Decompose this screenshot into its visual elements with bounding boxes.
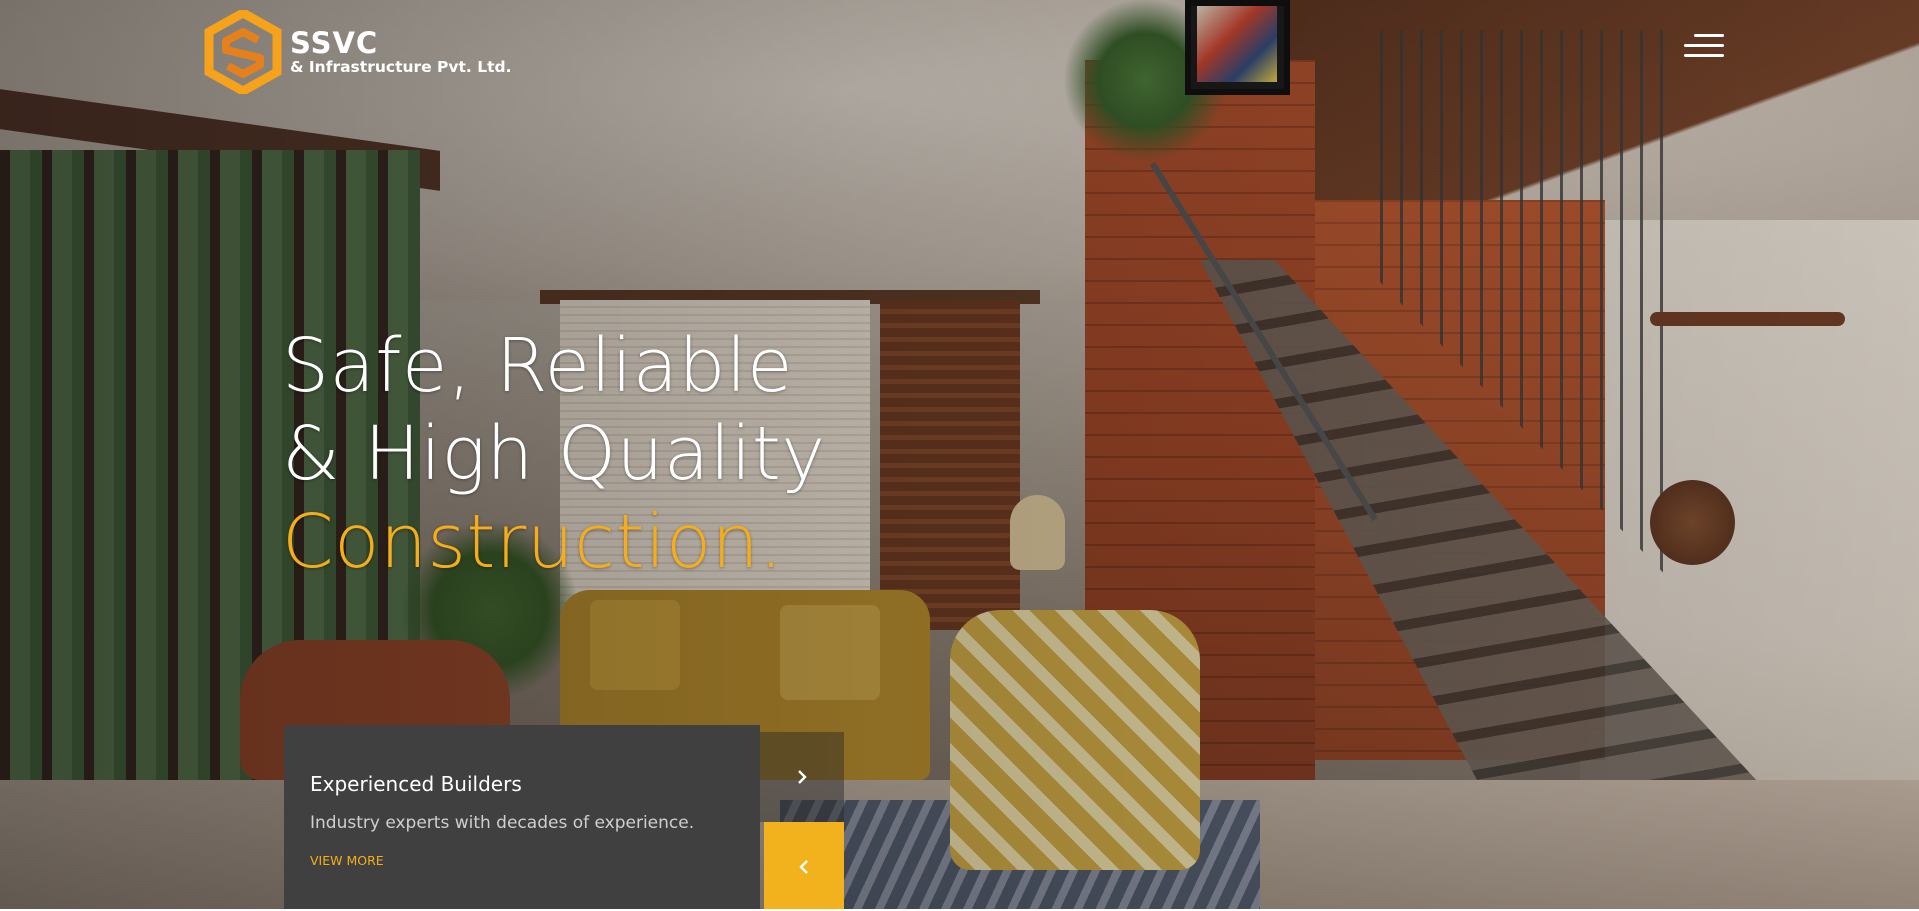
logo-text: SSVC & Infrastructure Pvt. Ltd. xyxy=(290,28,512,76)
slide-info-card: Experienced Builders Industry experts wi… xyxy=(284,725,760,911)
brand-name: SSVC xyxy=(290,26,379,60)
logo-link[interactable]: SSVC & Infrastructure Pvt. Ltd. xyxy=(204,10,512,94)
chevron-left-icon xyxy=(799,859,808,874)
menu-line xyxy=(1684,54,1724,57)
ssvc-logo-icon xyxy=(204,10,282,94)
headline-line-2: & High Quality xyxy=(282,411,826,497)
hamburger-menu-icon[interactable] xyxy=(1682,32,1724,60)
chevron-right-icon xyxy=(798,770,807,784)
slide-title: Experienced Builders xyxy=(310,772,522,796)
slider-prev-button[interactable] xyxy=(764,822,844,911)
slide-description: Industry experts with decades of experie… xyxy=(310,813,695,833)
brand-subtitle: & Infrastructure Pvt. Ltd. xyxy=(290,58,512,76)
view-more-link[interactable]: VIEW MORE xyxy=(310,853,384,869)
headline-line-3: Construction. xyxy=(282,499,784,585)
slider-next-button[interactable] xyxy=(760,732,844,822)
menu-line xyxy=(1684,44,1724,47)
hero-headline: Safe, Reliable & High Quality Constructi… xyxy=(282,322,826,586)
menu-line xyxy=(1694,34,1724,37)
headline-line-1: Safe, Reliable xyxy=(282,323,794,409)
